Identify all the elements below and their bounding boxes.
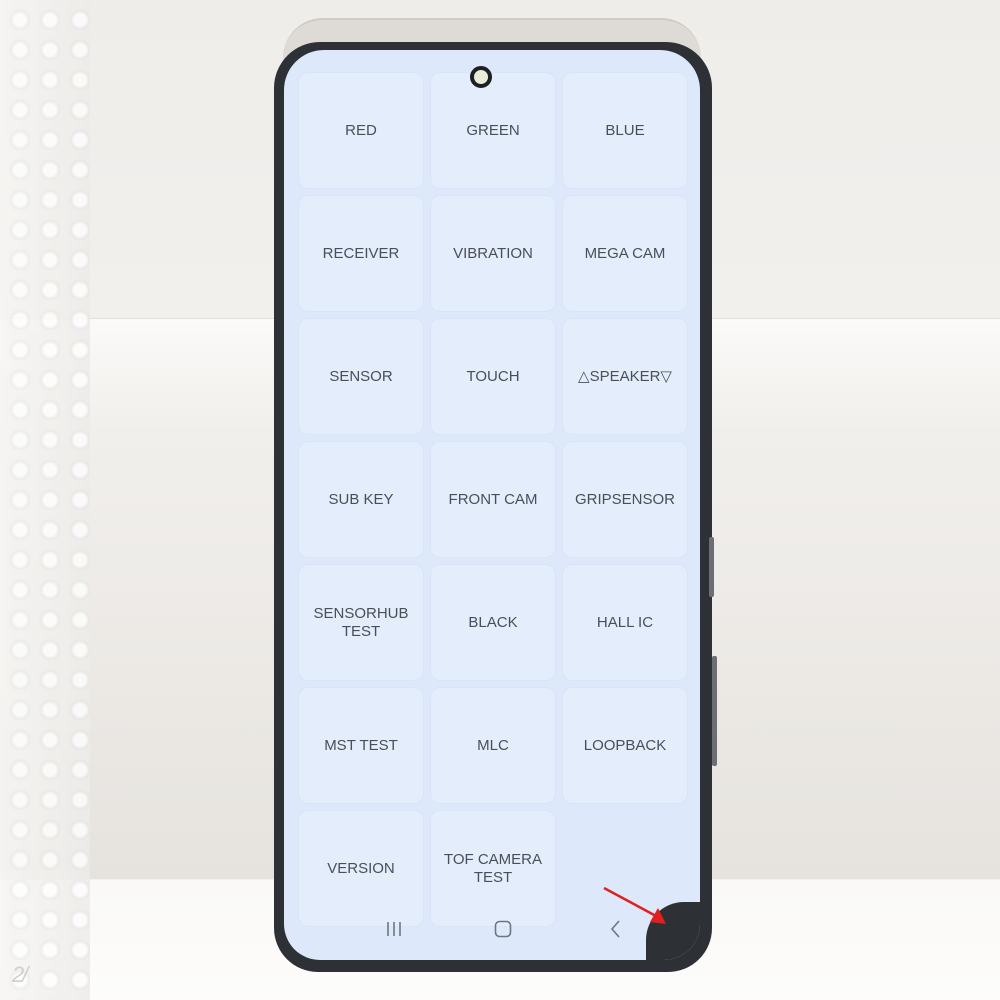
tile-label: GREEN xyxy=(466,121,520,139)
tile-touch[interactable]: TOUCH xyxy=(430,318,556,435)
tile-label: RED xyxy=(345,121,377,139)
tile-mlc[interactable]: MLC xyxy=(430,687,556,804)
tile-black[interactable]: BLACK xyxy=(430,564,556,681)
tile-label: LOOPBACK xyxy=(583,736,667,754)
tile-label: TOUCH xyxy=(466,367,520,385)
tile-label: SENSORHUB TEST xyxy=(313,604,409,640)
tile-label: SUB KEY xyxy=(328,490,394,508)
tile-label: TOF CAMERA TEST xyxy=(443,850,543,886)
tile-blue[interactable]: BLUE xyxy=(562,72,688,189)
watermark: 2/ xyxy=(12,962,28,987)
tile-label: VIBRATION xyxy=(453,244,533,262)
side-button-lower xyxy=(712,656,717,766)
tile-label: MEGA CAM xyxy=(584,244,666,262)
tile-label: VERSION xyxy=(327,859,395,877)
tile-label: HALL IC xyxy=(596,613,654,631)
tile-label: GRIPSENSOR xyxy=(574,490,676,508)
tile-speaker[interactable]: △SPEAKER▽ xyxy=(562,318,688,435)
tile-label: MLC xyxy=(477,736,509,754)
tile-label: SENSOR xyxy=(329,367,393,385)
recent-apps-button[interactable] xyxy=(374,916,414,942)
tile-green[interactable]: GREEN xyxy=(430,72,556,189)
tile-label: MST TEST xyxy=(324,736,398,754)
tile-sensorhub-test[interactable]: SENSORHUB TEST xyxy=(298,564,424,681)
bubble-wrap xyxy=(0,0,90,1000)
tile-label: BLUE xyxy=(605,121,645,139)
recent-apps-icon xyxy=(387,922,401,936)
tile-label: FRONT CAM xyxy=(448,490,538,508)
tile-loopback[interactable]: LOOPBACK xyxy=(562,687,688,804)
tile-mst-test[interactable]: MST TEST xyxy=(298,687,424,804)
tile-hall-ic[interactable]: HALL IC xyxy=(562,564,688,681)
red-arrow-annotation-icon xyxy=(603,886,666,924)
tile-label: BLACK xyxy=(468,613,518,631)
tile-front-cam[interactable]: FRONT CAM xyxy=(430,441,556,558)
tile-receiver[interactable]: RECEIVER xyxy=(298,195,424,312)
front-camera-punch-hole xyxy=(470,66,492,88)
tile-red[interactable]: RED xyxy=(298,72,424,189)
tile-label: RECEIVER xyxy=(322,244,400,262)
tile-sensor[interactable]: SENSOR xyxy=(298,318,424,435)
tile-mega-cam[interactable]: MEGA CAM xyxy=(562,195,688,312)
tile-sub-key[interactable]: SUB KEY xyxy=(298,441,424,558)
phone-screen: RED GREEN BLUE RECEIVER VIBRATION MEGA C… xyxy=(284,50,700,960)
tile-vibration[interactable]: VIBRATION xyxy=(430,195,556,312)
home-button[interactable] xyxy=(483,916,523,942)
tile-label: △SPEAKER▽ xyxy=(578,367,672,385)
home-icon xyxy=(494,920,512,938)
test-menu-grid: RED GREEN BLUE RECEIVER VIBRATION MEGA C… xyxy=(298,72,688,927)
tile-gripsensor[interactable]: GRIPSENSOR xyxy=(562,441,688,558)
side-button-upper xyxy=(709,537,714,597)
